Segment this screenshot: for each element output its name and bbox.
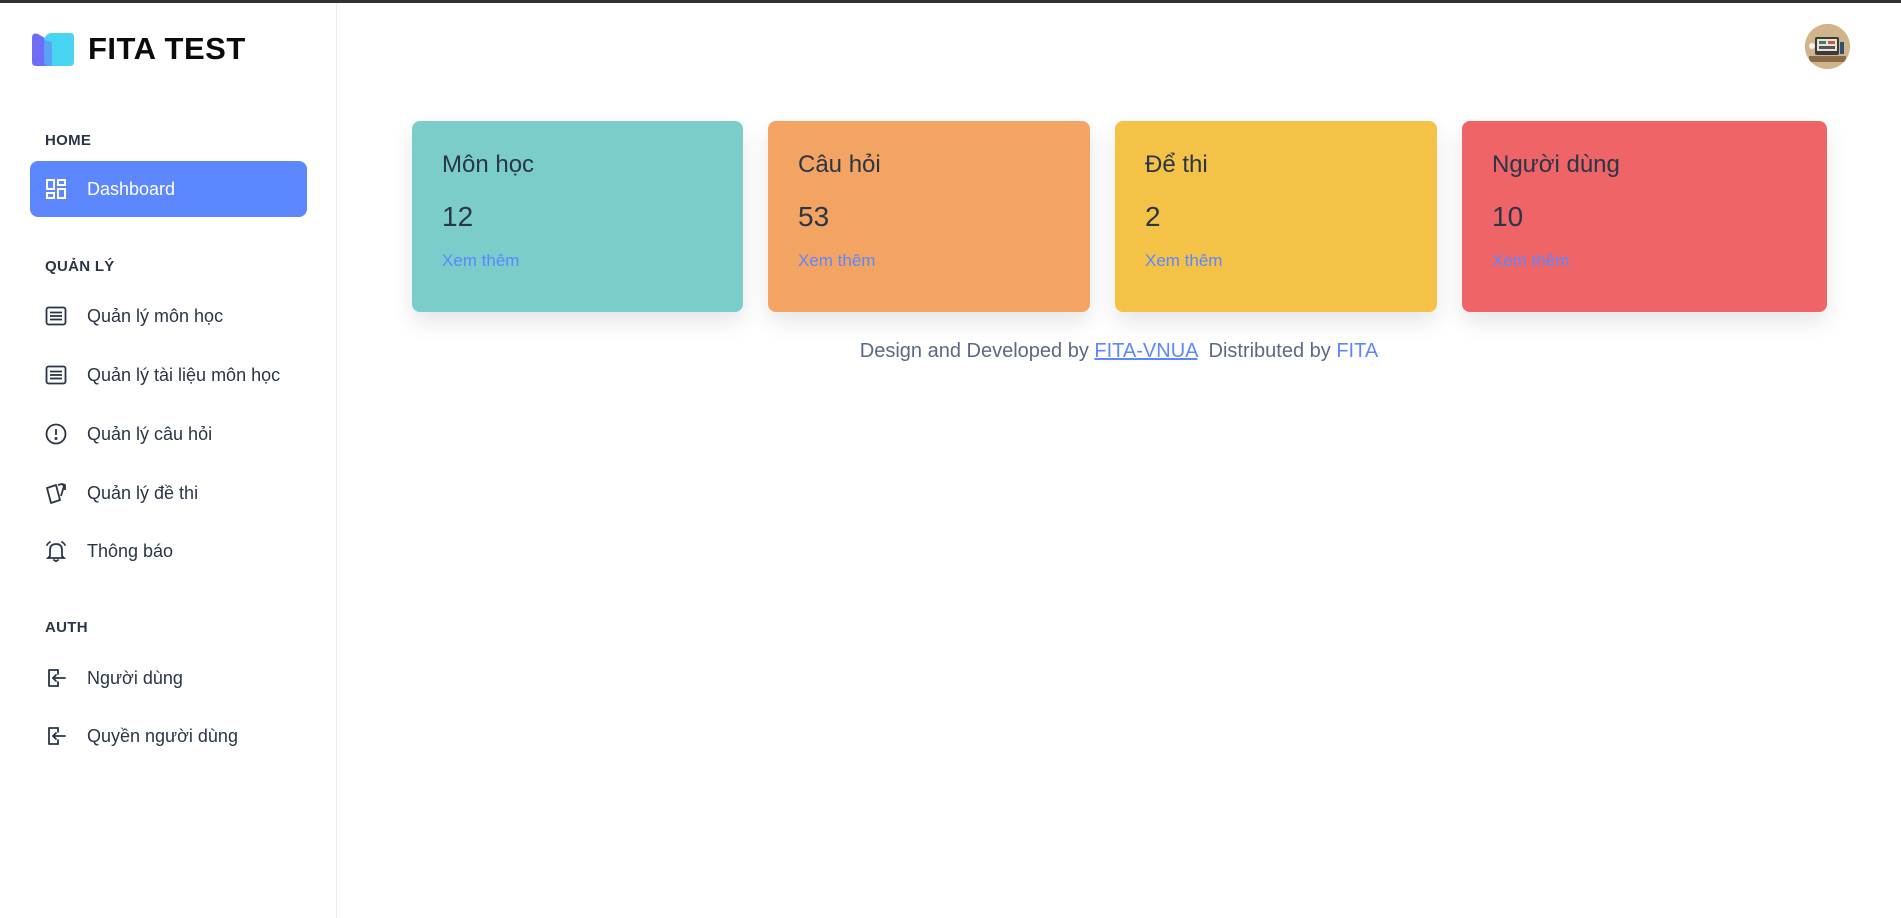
sidebar-item-nguoi-dung[interactable]: Người dùng	[30, 650, 307, 706]
stat-card-nguoi-dung: Người dùng 10 Xem thêm	[1462, 121, 1827, 312]
card-value: 2	[1145, 201, 1161, 232]
section-quan-ly: QUẢN LÝ	[45, 258, 115, 275]
cards-icon	[44, 481, 68, 505]
view-more-link[interactable]: Xem thêm	[798, 251, 875, 271]
footer-link-fita-vnua[interactable]: FITA-VNUA	[1094, 340, 1197, 362]
list-icon	[44, 304, 68, 328]
stat-card-mon-hoc: Môn học 12 Xem thêm	[412, 121, 743, 312]
avatar-image	[1805, 24, 1850, 69]
card-title: Câu hỏi	[798, 151, 881, 178]
sidebar-item-label: Quản lý môn học	[87, 305, 224, 326]
section-home: HOME	[45, 132, 92, 149]
sidebar-item-label: Quản lý câu hỏi	[87, 423, 213, 444]
footer-prefix: Design and Developed by	[859, 340, 1089, 362]
footer: Design and Developed by FITA-VNUA Distri…	[337, 340, 1901, 363]
sidebar: FITA TEST HOME Dashboard QUẢN LÝ Quản lý…	[0, 3, 337, 918]
footer-link-fita[interactable]: FITA	[1336, 340, 1378, 362]
sidebar-item-label: Quản lý tài liệu môn học	[87, 364, 281, 385]
card-value: 53	[798, 201, 830, 232]
dashboard-icon	[44, 177, 68, 201]
sidebar-item-quyen-nguoi-dung[interactable]: Quyền người dùng	[30, 708, 307, 764]
sidebar-item-quan-ly-tai-lieu[interactable]: Quản lý tài liệu môn học	[30, 347, 307, 403]
list-icon	[44, 363, 68, 387]
brand[interactable]: FITA TEST	[30, 30, 246, 68]
alert-circle-icon	[44, 422, 68, 446]
sidebar-item-dashboard[interactable]: Dashboard	[30, 161, 307, 217]
login-icon	[44, 666, 68, 690]
card-value: 10	[1492, 201, 1524, 232]
sidebar-item-label: Quyền người dùng	[87, 725, 238, 746]
sidebar-item-label: Quản lý đề thi	[87, 482, 199, 503]
view-more-link[interactable]: Xem thêm	[1145, 251, 1222, 271]
login-icon	[44, 724, 68, 748]
card-title: Để thi	[1145, 151, 1208, 178]
stat-card-de-thi: Để thi 2 Xem thêm	[1115, 121, 1437, 312]
brand-logo-icon	[32, 32, 74, 66]
sidebar-item-quan-ly-de-thi[interactable]: Quản lý đề thi	[30, 465, 307, 521]
footer-middle: Distributed by	[1208, 340, 1331, 362]
stat-card-cau-hoi: Câu hỏi 53 Xem thêm	[768, 121, 1090, 312]
bell-icon	[44, 539, 68, 563]
view-more-link[interactable]: Xem thêm	[442, 251, 519, 271]
sidebar-item-quan-ly-cau-hoi[interactable]: Quản lý câu hỏi	[30, 406, 307, 462]
sidebar-item-label: Dashboard	[87, 178, 176, 199]
section-auth: AUTH	[45, 619, 88, 636]
view-more-link[interactable]: Xem thêm	[1492, 251, 1569, 271]
sidebar-item-label: Người dùng	[87, 667, 183, 688]
card-value: 12	[442, 201, 474, 232]
card-title: Môn học	[442, 151, 535, 178]
sidebar-item-label: Thông báo	[87, 540, 174, 561]
avatar[interactable]	[1805, 24, 1850, 69]
brand-name: FITA TEST	[88, 31, 246, 66]
card-title: Người dùng	[1492, 151, 1620, 178]
sidebar-item-thong-bao[interactable]: Thông báo	[30, 523, 307, 579]
sidebar-item-quan-ly-mon-hoc[interactable]: Quản lý môn học	[30, 288, 307, 344]
